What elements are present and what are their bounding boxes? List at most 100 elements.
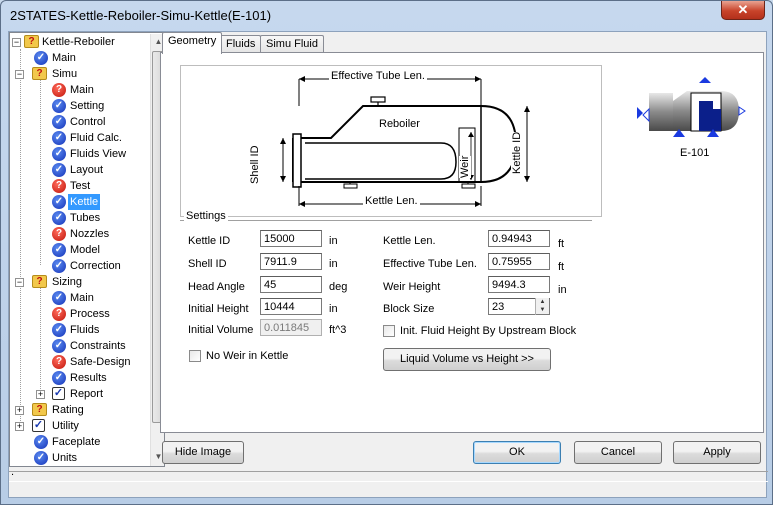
check-circle-icon: ✓ (52, 211, 66, 225)
tree-item-report[interactable]: + ✓ Report (10, 386, 150, 402)
kettle-schematic (280, 76, 530, 207)
initial-height-input[interactable] (260, 298, 322, 315)
tree-item-label: Rating (52, 404, 84, 416)
tree-item-label: Main (52, 52, 76, 64)
tree-item-model[interactable]: ✓ Model (10, 242, 150, 258)
effective-tube-len-field-label: Effective Tube Len. (383, 258, 477, 270)
spin-up-icon[interactable]: ▲ (536, 298, 549, 306)
question-icon: ? (52, 227, 66, 241)
tree-item-tubes[interactable]: ✓ Tubes (10, 210, 150, 226)
equipment-thumbnail: E-101 (629, 71, 759, 178)
tree-item-process[interactable]: ? Process (10, 306, 150, 322)
head-angle-label: Head Angle (188, 281, 245, 293)
tree-item-safe-design[interactable]: ? Safe-Design (10, 354, 150, 370)
spin-down-icon[interactable]: ▼ (536, 306, 549, 314)
initial-volume-input (260, 319, 322, 336)
collapse-icon[interactable]: − (12, 38, 21, 47)
ok-button[interactable]: OK (473, 441, 561, 464)
check-circle-icon: ✓ (52, 131, 66, 145)
effective-tube-len-unit: ft (558, 261, 565, 273)
tree-item-label: Results (70, 372, 107, 384)
tree-item-constraints[interactable]: ✓ Constraints (10, 338, 150, 354)
navigation-tree: − ? Kettle-Reboiler ✓ Main − ? Simu ? Ma… (9, 32, 165, 467)
tree-item-fluid-calc[interactable]: ✓ Fluid Calc. (10, 130, 150, 146)
tree-item-simu-main[interactable]: ? Main (10, 82, 150, 98)
kettle-len-input[interactable] (488, 230, 550, 247)
initial-volume-label: Initial Volume (188, 324, 254, 336)
tree-item-utility[interactable]: + ✓ Utility (10, 418, 150, 434)
head-angle-unit: deg (329, 281, 348, 293)
expand-icon[interactable]: + (15, 422, 24, 431)
checkbox-checked-icon: ✓ (32, 419, 45, 432)
tab-fluids[interactable]: Fluids (220, 35, 262, 53)
warning-folder-icon: ? (32, 67, 47, 80)
block-size-spinner[interactable]: ▲ ▼ (535, 298, 549, 315)
expand-icon[interactable]: + (36, 390, 45, 399)
warning-folder-icon: ? (32, 403, 47, 416)
liquid-volume-vs-height-button[interactable]: Liquid Volume vs Height >> (383, 348, 551, 371)
no-weir-checkbox[interactable] (189, 350, 201, 362)
tree-item-label: Fluids (70, 324, 100, 336)
head-angle-input[interactable] (260, 276, 322, 293)
tree-item-label: Faceplate (52, 436, 101, 448)
initial-height-label: Initial Height (188, 303, 249, 315)
tree-item-control[interactable]: ✓ Control (10, 114, 150, 130)
check-circle-icon: ✓ (52, 243, 66, 257)
tree-item-rating[interactable]: + ? Rating (10, 402, 150, 418)
warning-folder-icon: ? (24, 35, 39, 48)
close-button[interactable]: ✕ (721, 1, 765, 20)
settings-legend: Settings (184, 210, 228, 222)
tree-item-label: Control (70, 116, 106, 128)
tree-item-label: Model (70, 244, 100, 256)
check-circle-icon: ✓ (52, 259, 66, 273)
tree-item-fluids[interactable]: ✓ Fluids (10, 322, 150, 338)
tree-item-nozzles[interactable]: ? Nozzles (10, 226, 150, 242)
question-icon: ? (52, 307, 66, 321)
kettle-icon (637, 77, 746, 137)
initial-height-unit: in (329, 303, 338, 315)
tree-item-label: Utility (52, 420, 79, 432)
tree-root[interactable]: − ? Kettle-Reboiler (10, 34, 150, 50)
tree-item-units[interactable]: ✓ Units (10, 450, 150, 466)
tree-item-layout[interactable]: ✓ Layout (10, 162, 150, 178)
tree-item-kettle[interactable]: ✓ Kettle (10, 194, 150, 210)
weir-height-label: Weir Height (383, 281, 441, 293)
tree-item-label: Tubes (70, 212, 101, 224)
check-circle-icon: ✓ (52, 163, 66, 177)
collapse-icon[interactable]: − (15, 70, 24, 79)
tree-item-sizing-main[interactable]: ✓ Main (10, 290, 150, 306)
settings-group (180, 220, 592, 422)
block-size-label: Block Size (383, 303, 435, 315)
init-fluid-height-checkbox[interactable] (383, 325, 395, 337)
tree-item-sizing[interactable]: − ? Sizing (10, 274, 150, 290)
hide-image-button[interactable]: Hide Image (162, 441, 244, 464)
check-circle-icon: ✓ (34, 451, 48, 465)
kettle-id-input[interactable] (260, 230, 322, 247)
weir-height-input[interactable] (488, 276, 550, 293)
initial-volume-unit: ft^3 (329, 324, 347, 336)
expand-icon[interactable]: + (15, 406, 24, 415)
check-circle-icon: ✓ (52, 323, 66, 337)
tab-geometry[interactable]: Geometry (162, 32, 223, 54)
tree-item-fluids-view[interactable]: ✓ Fluids View (10, 146, 150, 162)
tree-item-label: Layout (70, 164, 104, 176)
kettle-geometry-diagram: Effective Tube Len. Reboiler Shell ID We… (180, 65, 602, 217)
collapse-icon[interactable]: − (15, 278, 24, 287)
tree-item-main[interactable]: ✓ Main (10, 50, 150, 66)
tree-item-faceplate[interactable]: ✓ Faceplate (10, 434, 150, 450)
question-icon: ? (52, 83, 66, 97)
tab-simu-fluid[interactable]: Simu Fluid (260, 35, 324, 53)
tree-item-label: Safe-Design (70, 356, 131, 368)
kettle-len-unit: ft (558, 238, 565, 250)
tree-item-results[interactable]: ✓ Results (10, 370, 150, 386)
tree-item-correction[interactable]: ✓ Correction (10, 258, 150, 274)
tree-item-test[interactable]: ? Test (10, 178, 150, 194)
effective-tube-len-input[interactable] (488, 253, 550, 270)
apply-button[interactable]: Apply (673, 441, 761, 464)
tree-root-label: Kettle-Reboiler (42, 36, 115, 48)
tree-item-simu[interactable]: − ? Simu (10, 66, 150, 82)
tree-item-label: Correction (70, 260, 121, 272)
cancel-button[interactable]: Cancel (574, 441, 662, 464)
tree-item-setting[interactable]: ✓ Setting (10, 98, 150, 114)
shell-id-input[interactable] (260, 253, 322, 270)
